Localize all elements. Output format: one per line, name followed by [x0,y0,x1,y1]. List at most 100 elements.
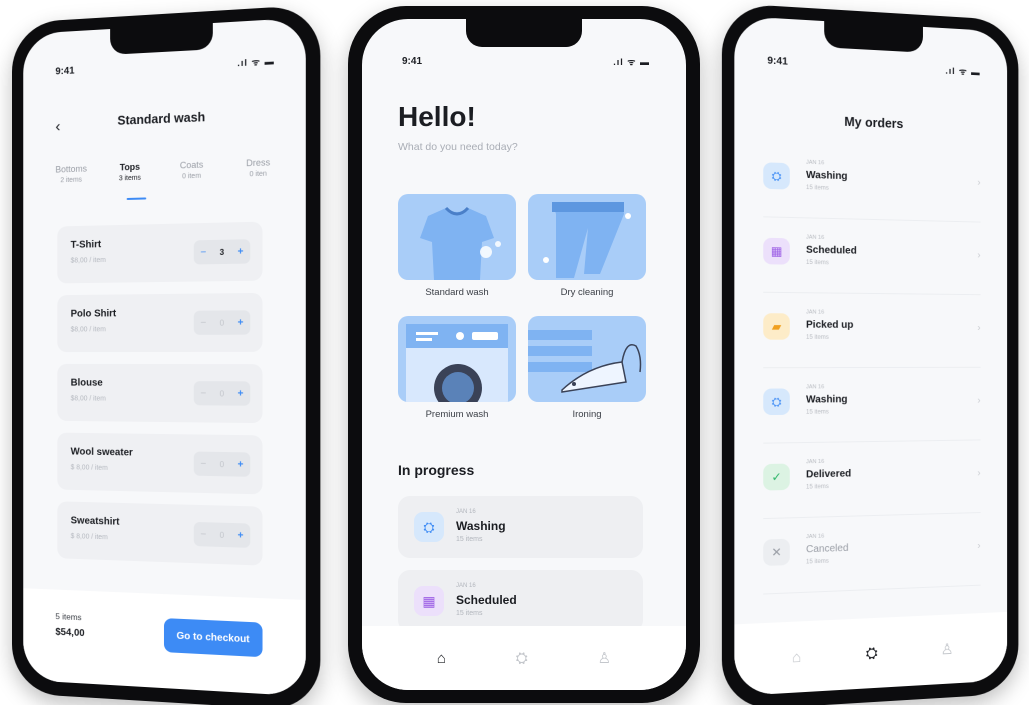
profile-icon[interactable]: ♙ [941,640,954,658]
tab-bottoms[interactable]: Bottoms 2 items [55,164,87,185]
quantity-value: 0 [219,530,225,540]
order-date: JAN 16 [806,384,825,391]
order-date: JAN 16 [806,458,825,466]
increment-button[interactable]: + [238,530,244,541]
washing-machine-icon [398,316,516,402]
greeting-title: Hello! [398,101,476,132]
order-status: Scheduled [456,593,517,607]
order-row[interactable]: ⛭ JAN 16 Washing 15 items › [763,369,981,444]
notch [110,23,213,55]
basket-icon[interactable]: ⛭ [516,650,528,667]
signal-icon: .ıl ᯤ ▬ [613,57,650,67]
phone-standard-wash: 9:41 .ıl ᯤ ▬ ‹ Standard wash Bottoms 2 i… [11,4,321,705]
order-row[interactable]: ▦ JAN 16 Scheduled 15 items › [763,219,981,296]
list-item: Sweatshirt $ 8,00 / item − 0 + [57,501,263,566]
screen-home: 9:41 .ıl ᯤ ▬ Hello! What do you need tod… [362,19,686,690]
order-status: Washing [806,169,848,183]
service-label: Ironing [572,409,602,420]
tab-coats[interactable]: Coats 0 item [180,160,203,181]
item-name: Polo Shirt [70,308,117,320]
category-name: Dress [246,157,271,169]
category-name: Bottoms [55,163,87,175]
item-name: Sweatshirt [70,515,120,528]
basket-icon: ⛭ [763,162,790,190]
home-icon[interactable]: ⌂ [792,648,801,666]
list-item: T-Shirt $8,00 / item − 3 + [57,221,263,284]
tab-dress[interactable]: Dress 0 iten [246,157,270,178]
quantity-value: 0 [219,388,225,398]
order-count: 15 items [456,610,483,617]
item-price: $ 8,00 / item [70,533,108,542]
status-bar: 9:41 .ıl ᯤ ▬ [402,55,650,68]
section-title: In progress [398,462,475,478]
service-standard-wash[interactable]: Standard wash [398,194,516,298]
quantity-stepper: − 0 + [193,310,251,335]
phone-my-orders: 9:41 .ıl ᯤ ▬ My orders ⛭ JAN 16 Washing … [721,2,1019,705]
order-count: 15 items [806,184,829,192]
phone-home: 9:41 .ıl ᯤ ▬ Hello! What do you need tod… [348,6,700,703]
notch [466,19,582,47]
page-title: Standard wash [117,110,206,128]
decrement-button[interactable]: − [200,247,206,258]
calendar-icon: ▦ [763,237,790,265]
order-date: JAN 16 [806,533,825,541]
profile-icon[interactable]: ♙ [598,649,611,667]
list-item: Blouse $8,00 / item − 0 + [57,363,263,424]
decrement-button[interactable]: − [200,388,206,399]
order-date: JAN 16 [806,309,825,316]
checkout-footer: 5 items $54,00 Go to checkout [23,588,306,697]
close-icon: ✕ [763,538,790,566]
order-date: JAN 16 [456,583,476,589]
item-price: $ 8,00 / item [70,464,108,472]
signal-icon: .ıl ᯤ ▬ [945,65,981,78]
service-label: Premium wash [425,409,489,420]
increment-button[interactable]: + [238,246,244,257]
item-name: Wool sweater [70,446,133,459]
order-card[interactable]: ⛭ JAN 16 Washing 15 items [398,496,643,558]
order-card[interactable]: ▦ JAN 16 Scheduled 15 items [398,570,643,632]
chevron-right-icon: › [977,467,981,479]
status-time: 9:41 [55,65,75,78]
item-name: Blouse [70,377,103,389]
quantity-stepper: − 0 + [193,451,251,477]
order-status: Washing [806,394,848,406]
increment-button[interactable]: + [238,459,244,470]
chevron-right-icon: › [977,540,981,552]
category-count: 0 item [182,172,202,181]
decrement-button[interactable]: − [200,317,206,328]
order-row[interactable]: ✓ JAN 16 Delivered 15 items › [763,442,981,520]
summary-count: 5 items [55,611,82,623]
home-icon[interactable]: ⌂ [437,650,446,667]
category-count: 2 items [60,176,82,185]
greeting-subtitle: What do you need today? [398,141,518,153]
truck-icon: ▰ [763,313,790,340]
status-time: 9:41 [402,56,423,67]
order-row[interactable]: ▰ JAN 16 Picked up 15 items › [763,294,981,369]
order-row[interactable]: ✕ JAN 16 Canceled 15 items › [763,514,981,595]
increment-button[interactable]: + [238,317,244,328]
service-premium-wash[interactable]: Premium wash [398,316,516,420]
increment-button[interactable]: + [238,388,244,399]
order-count: 15 items [806,409,829,416]
checkout-button[interactable]: Go to checkout [163,618,263,658]
order-count: 15 items [806,334,829,341]
basket-icon: ⛭ [763,388,790,416]
order-row[interactable]: ⛭ JAN 16 Washing 15 items › [763,143,981,223]
tab-tops[interactable]: Tops 3 items [119,162,141,183]
check-icon: ✓ [763,463,790,491]
service-ironing[interactable]: Ironing [528,316,646,420]
order-count: 15 items [456,536,483,543]
chevron-right-icon: › [977,177,981,189]
quantity-stepper: − 3 + [193,239,251,265]
jeans-icon [528,194,646,280]
basket-icon[interactable]: ⛭ [866,644,878,662]
list-item: Wool sweater $ 8,00 / item − 0 + [57,432,263,495]
decrement-button[interactable]: − [200,458,206,469]
service-dry-cleaning[interactable]: Dry cleaning [528,194,646,298]
category-count: 3 items [118,174,141,183]
basket-icon: ⛭ [414,512,444,542]
decrement-button[interactable]: − [200,529,206,540]
quantity-stepper: − 0 + [193,381,251,406]
category-count: 0 iten [249,170,267,179]
category-name: Tops [119,161,141,173]
